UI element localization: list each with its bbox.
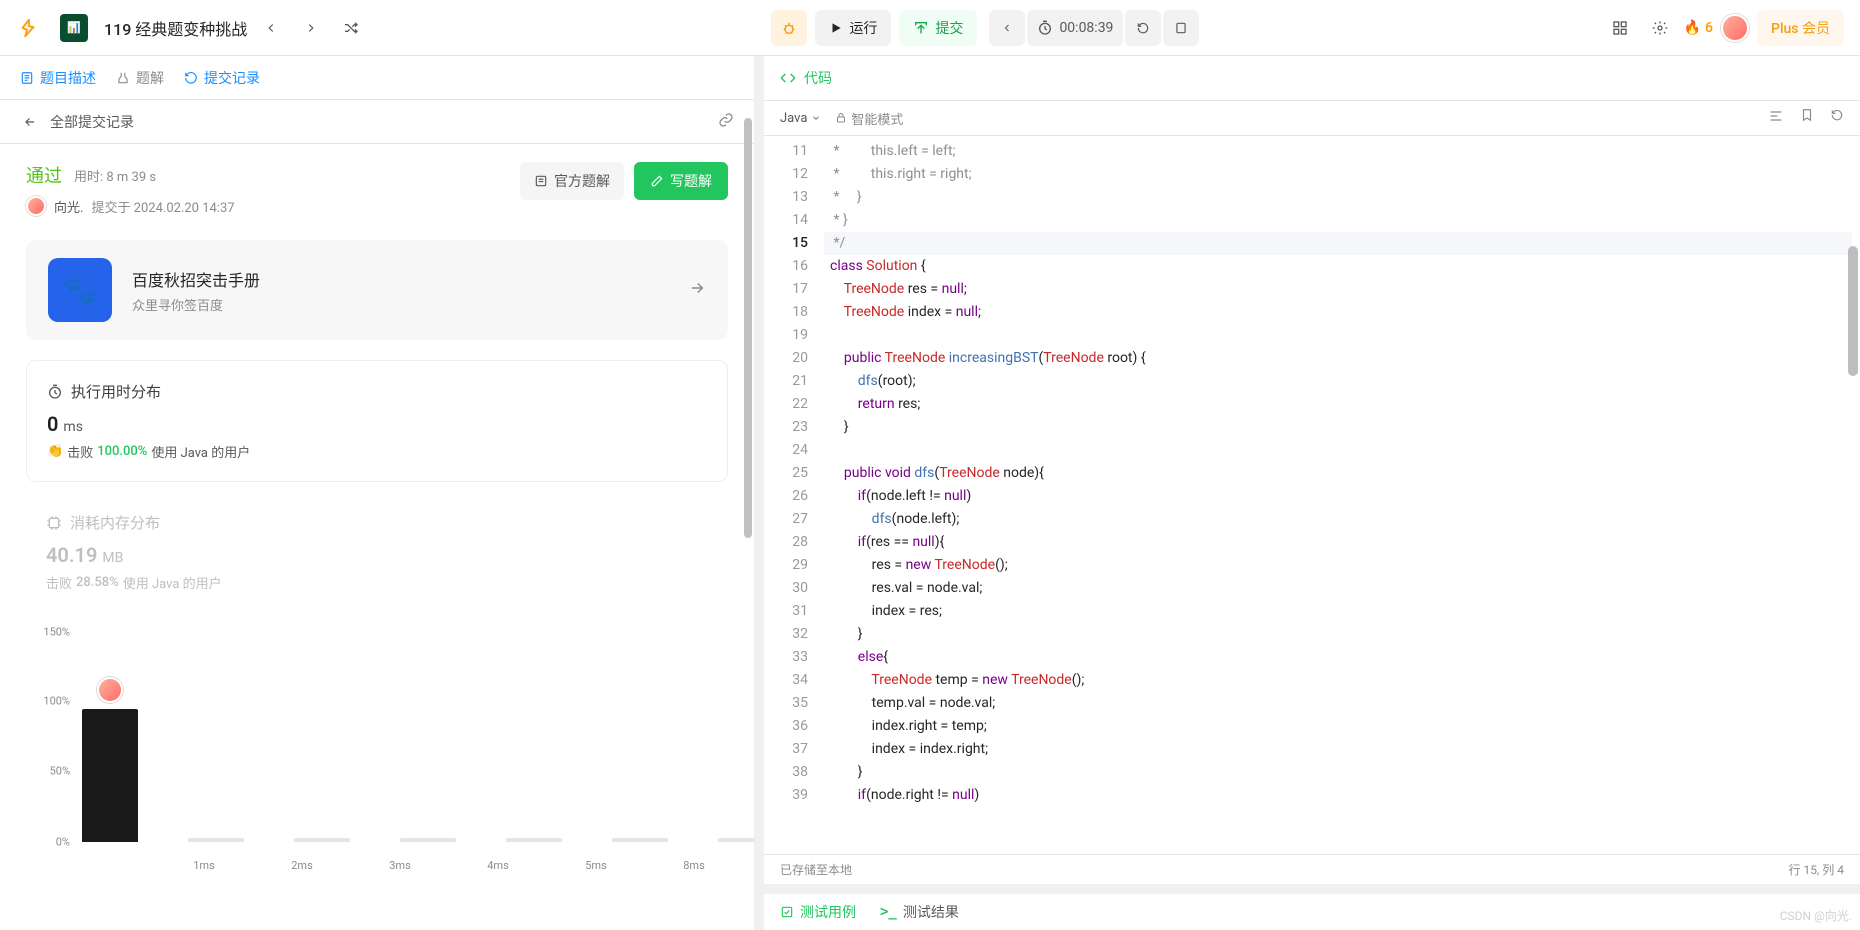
saved-status: 已存储至本地 [780, 861, 852, 878]
test-cases-tab[interactable]: 测试用例 [780, 902, 856, 922]
arrow-right-icon [688, 279, 706, 301]
right-panel: 代码 Java 智能模式 111213141516171819202122232… [764, 56, 1860, 930]
runtime-header: 执行用时分布 [47, 381, 707, 402]
timer-prev-button[interactable] [989, 10, 1025, 46]
promo-icon: 🐾 [48, 258, 112, 322]
runtime-card: 执行用时分布 0 ms 👏击败 100.00% 使用 Java 的用户 [26, 360, 728, 482]
problem-icon: 📊 [60, 14, 88, 42]
problem-title: 119 经典题变种挑战 [104, 16, 247, 40]
reset-icon[interactable] [1830, 108, 1844, 128]
settings-button[interactable] [1644, 12, 1676, 44]
next-problem-button[interactable] [295, 12, 327, 44]
action-buttons: 官方题解 写题解 [520, 162, 728, 200]
official-solution-button[interactable]: 官方题解 [520, 162, 624, 200]
language-selector[interactable]: Java [780, 111, 821, 126]
runtime-value: 0 ms [47, 412, 707, 436]
runtime-beat: 👏击败 100.00% 使用 Java 的用户 [47, 442, 707, 461]
tabs: 题目描述 题解 提交记录 [0, 56, 754, 100]
layout-button[interactable] [1604, 12, 1636, 44]
memory-header: 消耗内存分布 [46, 512, 708, 533]
plus-member-button[interactable]: Plus 会员 [1757, 10, 1844, 46]
memory-beat: 击败 28.58% 使用 Java 的用户 [46, 573, 708, 592]
user-avatar[interactable] [1721, 14, 1749, 42]
submitted-at: 提交于 2024.02.20 14:37 [91, 197, 234, 216]
cursor-position: 行 15, 列 4 [1788, 861, 1844, 878]
submit-button[interactable]: 提交 [899, 10, 977, 46]
test-results-tab[interactable]: >_测试结果 [880, 902, 959, 922]
left-panel: 题目描述 题解 提交记录 全部提交记录 通过 用时: 8 m 39 s 向光. … [0, 56, 764, 930]
editor-footer: 已存储至本地 行 15, 列 4 [764, 854, 1860, 884]
memory-value: 40.19 MB [46, 543, 708, 567]
left-body: 通过 用时: 8 m 39 s 向光. 提交于 2024.02.20 14:37… [0, 144, 754, 930]
editor-tools [1768, 108, 1844, 128]
editor-scrollbar[interactable] [1848, 246, 1858, 376]
leetcode-logo[interactable] [16, 16, 40, 40]
streak-count[interactable]: 🔥6 [1684, 20, 1713, 36]
tab-submissions[interactable]: 提交记录 [184, 68, 260, 88]
promo-sub: 众里寻你签百度 [132, 295, 260, 314]
main: 题目描述 题解 提交记录 全部提交记录 通过 用时: 8 m 39 s 向光. … [0, 56, 1860, 930]
sub-header: 全部提交记录 [0, 100, 754, 144]
scrollbar[interactable] [744, 118, 752, 538]
watermark: CSDN @向光. [1780, 907, 1852, 924]
format-icon[interactable] [1768, 108, 1784, 128]
sub-header-title: 全部提交记录 [50, 112, 134, 132]
run-button[interactable]: 运行 [815, 10, 891, 46]
back-button[interactable] [20, 106, 40, 138]
notes-button[interactable] [1163, 10, 1199, 46]
author-avatar [26, 196, 46, 216]
memory-card: 消耗内存分布 40.19 MB 击败 28.58% 使用 Java 的用户 [26, 502, 728, 612]
topbar: 📊 119 经典题变种挑战 运行 提交 00:08:39 🔥6 Plus 会员 [0, 0, 1860, 56]
runtime-chart: 150% 100% 50% 0% 1ms2ms3ms4ms5ms8ms [26, 632, 728, 872]
y-axis: 150% 100% 50% 0% [26, 632, 76, 842]
code-editor[interactable]: 1112131415161718192021222324252627282930… [764, 136, 1860, 854]
author-name: 向光. [54, 197, 83, 216]
tab-description[interactable]: 题目描述 [20, 68, 96, 88]
write-solution-button[interactable]: 写题解 [634, 162, 728, 200]
lang-bar: Java 智能模式 [764, 100, 1860, 136]
promo-card[interactable]: 🐾 百度秋招突击手册 众里寻你签百度 [26, 240, 728, 340]
timer-display[interactable]: 00:08:39 [1027, 10, 1123, 46]
smart-mode[interactable]: 智能模式 [835, 109, 903, 128]
code-header: 代码 [764, 56, 1860, 100]
promo-title: 百度秋招突击手册 [132, 267, 260, 291]
debug-button[interactable] [771, 10, 807, 46]
timer-group: 00:08:39 [989, 10, 1199, 46]
link-icon[interactable] [718, 112, 734, 132]
tab-solution[interactable]: 题解 [116, 68, 164, 88]
bookmark-icon[interactable] [1800, 108, 1814, 128]
shuffle-button[interactable] [335, 12, 367, 44]
x-axis: 1ms2ms3ms4ms5ms8ms [82, 859, 718, 872]
status-time: 用时: 8 m 39 s [74, 166, 156, 185]
timer-reset-button[interactable] [1125, 10, 1161, 46]
test-bar: 测试用例 >_测试结果 [764, 884, 1860, 930]
status-text: 通过 [26, 162, 62, 188]
chart-bars [82, 632, 718, 842]
prev-problem-button[interactable] [255, 12, 287, 44]
